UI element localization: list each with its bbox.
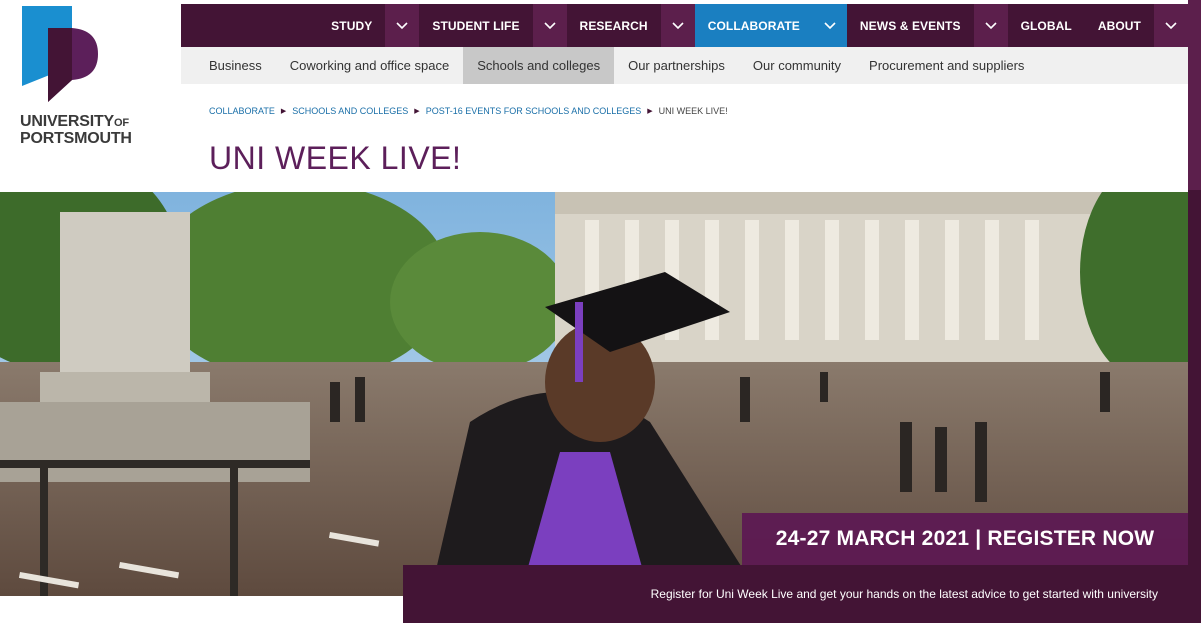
breadcrumb-link[interactable]: SCHOOLS AND COLLEGES [292,106,408,116]
nav-item-about[interactable]: ABOUT [1085,4,1188,47]
breadcrumb-separator-icon: ▶ [414,108,420,115]
logo-wordmark: UNIVERSITYOF PORTSMOUTH [20,114,132,147]
breadcrumb-link[interactable]: POST-16 EVENTS FOR SCHOOLS AND COLLEGES [426,106,642,116]
breadcrumb: COLLABORATE ▶ SCHOOLS AND COLLEGES ▶ POS… [209,106,728,116]
nav-item-collaborate[interactable]: COLLABORATE [694,4,847,47]
subnav-item-partnerships[interactable]: Our partnerships [614,47,739,84]
nav-label: COLLABORATE [707,18,800,33]
breadcrumb-separator-icon: ▶ [280,108,287,115]
chevron-down-icon[interactable] [973,4,1008,47]
university-logo[interactable]: UNIVERSITYOF PORTSMOUTH [20,6,150,147]
secondary-nav: Business Coworking and office space Scho… [181,47,1188,84]
chevron-down-icon[interactable] [532,4,567,47]
subnav-item-community[interactable]: Our community [739,47,855,84]
nav-label: GLOBAL [1020,18,1072,33]
logo-shield-icon [22,6,98,102]
nav-label: STUDY [331,18,373,33]
chevron-down-icon[interactable] [812,4,847,47]
chevron-down-icon[interactable] [385,4,420,47]
primary-nav: STUDY STUDENT LIFE RESEARCH COLLABORATE … [181,4,1188,47]
subnav-item-coworking[interactable]: Coworking and office space [276,47,463,84]
nav-label: ABOUT [1097,18,1141,33]
nav-item-study[interactable]: STUDY [318,4,420,47]
page-title: UNI WEEK LIVE! [209,140,462,176]
logo-line-2: PORTSMOUTH [20,130,132,147]
breadcrumb-link[interactable]: COLLABORATE [209,106,275,116]
nav-item-news-events[interactable]: NEWS & EVENTS [847,4,1008,47]
chevron-down-icon[interactable] [1154,4,1188,47]
hero-register-banner[interactable]: 24-27 MARCH 2021 | REGISTER NOW [742,513,1188,565]
hero-caption: Register for Uni Week Live and get your … [403,565,1201,623]
chevron-down-icon[interactable] [660,4,695,47]
logo-line-1: UNIVERSITY [20,113,115,130]
nav-label: NEWS & EVENTS [859,18,961,33]
breadcrumb-separator-icon: ▶ [647,108,653,115]
nav-item-student-life[interactable]: STUDENT LIFE [419,4,567,47]
nav-label: STUDENT LIFE [432,18,520,33]
subnav-item-procurement[interactable]: Procurement and suppliers [855,47,1038,84]
breadcrumb-current: UNI WEEK LIVE! [658,106,728,116]
subnav-item-business[interactable]: Business [195,47,276,84]
nav-item-global[interactable]: GLOBAL [1008,4,1085,47]
right-edge-bar [1188,0,1201,623]
nav-label: RESEARCH [579,18,648,33]
subnav-item-schools-colleges[interactable]: Schools and colleges [463,47,615,84]
logo-of: OF [114,117,129,129]
nav-item-research[interactable]: RESEARCH [567,4,695,47]
